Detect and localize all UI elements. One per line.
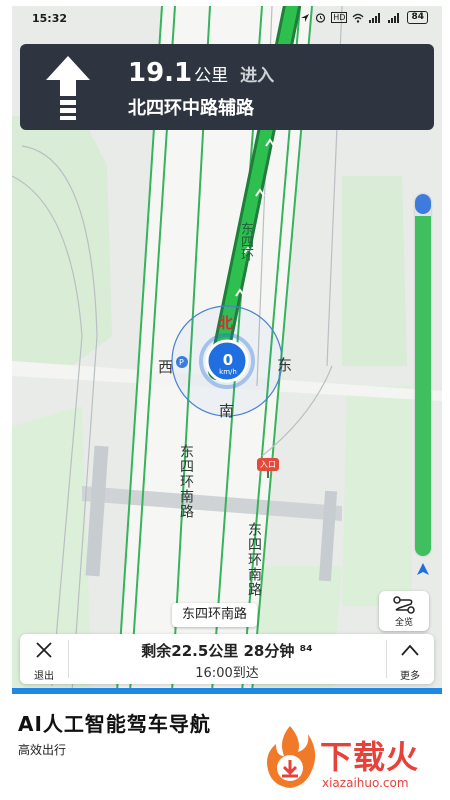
trip-info-panel: 退出 剩余22.5公里 28分钟 ⁸⁴ 16:00到达 更多 bbox=[20, 634, 434, 684]
watermark-url: xiazaihuo.com bbox=[322, 776, 409, 790]
compass-south: 南 bbox=[219, 402, 235, 420]
entry-marker: 入口 bbox=[257, 458, 279, 471]
divider-right bbox=[386, 640, 387, 678]
exit-label: 退出 bbox=[34, 671, 54, 682]
promo-title: AI人工智能驾车导航 bbox=[18, 712, 211, 736]
hd-indicator: HD bbox=[331, 12, 348, 23]
nav-distance-value: 19.1 bbox=[128, 58, 193, 88]
wifi-icon bbox=[353, 13, 364, 23]
watermark-brand: 下载火 bbox=[320, 738, 420, 776]
arrival-time: 16:00到达 bbox=[195, 666, 259, 681]
nav-action: 进入 bbox=[240, 66, 275, 86]
location-icon bbox=[301, 13, 310, 22]
speed-indicator: 0 km/h bbox=[210, 352, 246, 376]
signal-icon bbox=[369, 12, 381, 23]
battery-icon: 84 bbox=[407, 11, 428, 24]
navigation-arrow-icon bbox=[417, 563, 429, 575]
current-road-chip: 东四环南路 bbox=[172, 603, 258, 627]
close-icon bbox=[36, 642, 52, 658]
route-progress-bar bbox=[415, 194, 431, 556]
flame-logo-icon bbox=[267, 726, 316, 788]
straight-arrow-icon bbox=[46, 56, 90, 120]
route-road-label: 东四环 bbox=[238, 222, 253, 261]
road-label-left: 东四环南路 bbox=[178, 444, 194, 519]
remaining-summary: 剩余22.5公里 28分钟 ⁸⁴ bbox=[141, 642, 313, 660]
more-label: 更多 bbox=[400, 671, 420, 682]
nav-distance-unit: 公里 bbox=[194, 66, 229, 86]
overview-button[interactable]: 全览 bbox=[379, 591, 429, 631]
compass-west: 西 bbox=[158, 358, 174, 376]
route-progress-fill bbox=[415, 215, 431, 556]
status-bar: 15:32 HD 84 bbox=[12, 6, 442, 32]
nav-road-name: 北四环中路辅路 bbox=[128, 98, 254, 119]
alarm-icon bbox=[316, 13, 326, 23]
phone-screen: P 北 南 东 西 0 km/h 东四环 东四环南路 东四环南路 入口 东四环南… bbox=[12, 6, 442, 692]
promo-subtitle: 高效出行 bbox=[18, 743, 67, 757]
status-time: 15:32 bbox=[32, 12, 68, 25]
accent-strip bbox=[12, 688, 442, 694]
divider-left bbox=[68, 640, 69, 678]
more-button[interactable]: 更多 bbox=[390, 638, 430, 682]
route-progress-head bbox=[415, 194, 431, 214]
chevron-up-icon bbox=[401, 644, 419, 656]
status-icons: HD 84 bbox=[300, 11, 428, 24]
road-label-right: 东四环南路 bbox=[246, 522, 262, 597]
svg-text:P: P bbox=[179, 358, 184, 367]
watermark-logo: 下载火 xiazaihuo.com bbox=[262, 718, 450, 800]
overview-label: 全览 bbox=[394, 618, 413, 628]
exit-button[interactable]: 退出 bbox=[24, 638, 64, 682]
nav-instruction-banner[interactable]: 19.1 公里 进入 北四环中路辅路 bbox=[20, 44, 434, 130]
compass-north: 北 bbox=[218, 314, 234, 332]
signal-icon-2 bbox=[388, 12, 400, 23]
speed-value: 0 bbox=[222, 351, 234, 369]
compass-east: 东 bbox=[277, 356, 293, 374]
nav-distance: 19.1 公里 进入 bbox=[128, 58, 274, 88]
speed-unit: km/h bbox=[219, 368, 237, 376]
route-overview-icon bbox=[393, 596, 415, 614]
